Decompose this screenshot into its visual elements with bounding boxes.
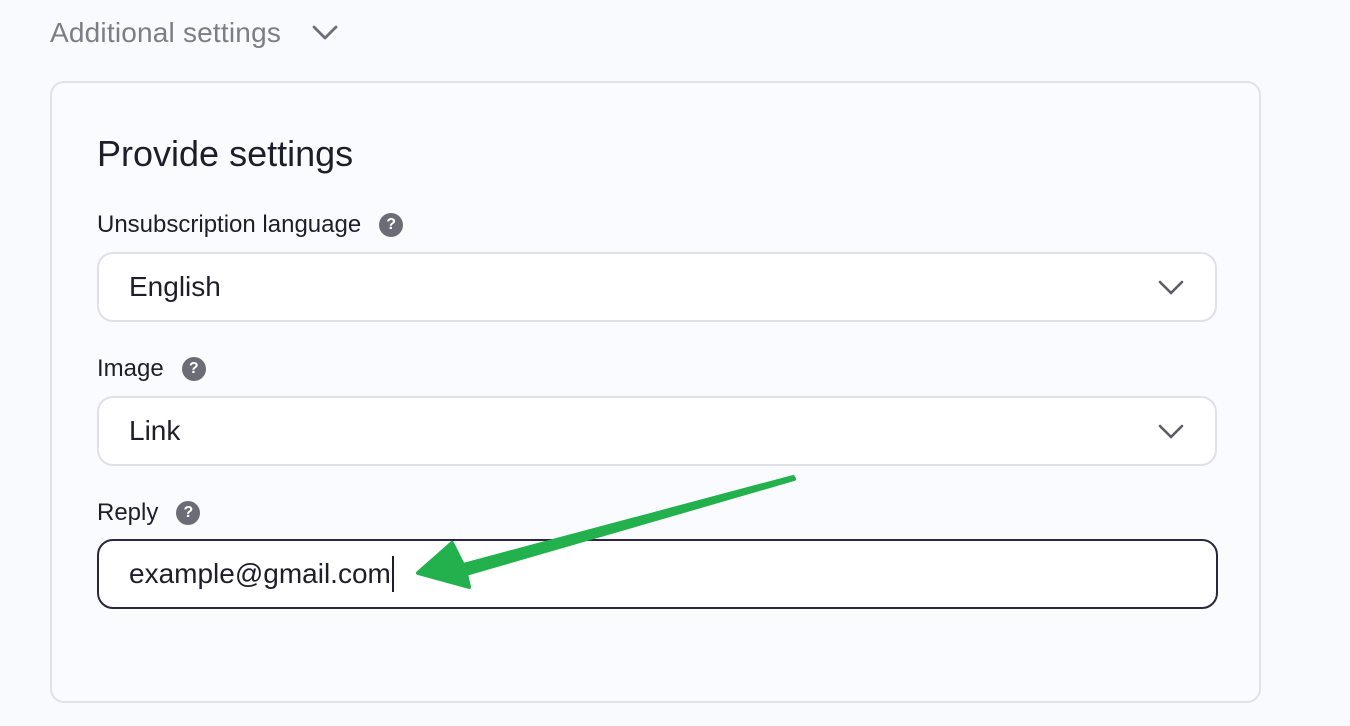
reply-label: Reply ? [97, 499, 201, 527]
image-label: Image ? [97, 355, 206, 383]
reply-email-input[interactable]: example@gmail.com [97, 539, 1218, 609]
additional-settings-label: Additional settings [50, 17, 282, 48]
reply-label-text: Reply [97, 499, 159, 526]
additional-settings-toggle[interactable]: Additional settings [50, 14, 339, 52]
help-icon[interactable]: ? [181, 357, 206, 381]
unsubscription-language-value: English [129, 271, 221, 302]
image-label-text: Image [97, 355, 164, 382]
image-select[interactable]: Link [97, 396, 1217, 466]
card-title: Provide settings [97, 133, 354, 174]
unsubscription-language-select[interactable]: English [97, 252, 1217, 322]
reply-email-value: example@gmail.com [129, 558, 391, 589]
settings-card: Provide settings Unsubscription language… [50, 81, 1261, 703]
help-icon[interactable]: ? [176, 501, 201, 525]
unsubscription-language-label-text: Unsubscription language [97, 211, 362, 238]
chevron-down-icon [1158, 280, 1184, 295]
unsubscription-language-label: Unsubscription language ? [97, 211, 404, 239]
chevron-down-icon [1158, 424, 1184, 439]
chevron-down-icon [312, 25, 338, 40]
help-icon[interactable]: ? [379, 213, 404, 237]
image-value: Link [129, 415, 181, 446]
text-caret [391, 556, 394, 592]
